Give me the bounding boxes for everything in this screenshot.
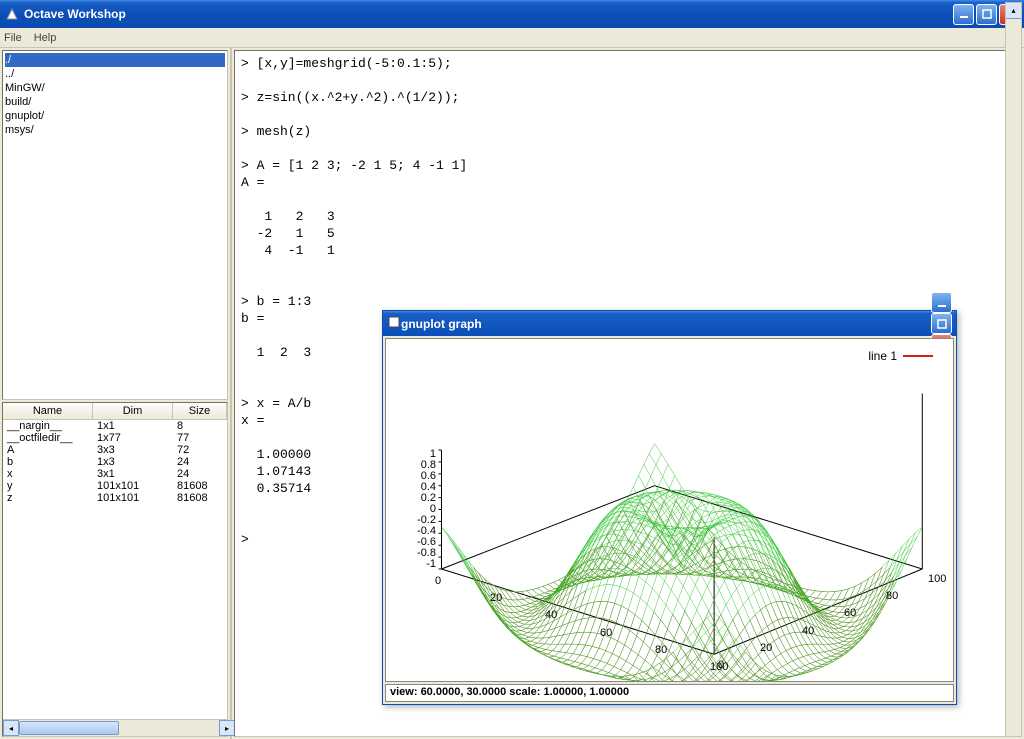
- table-row[interactable]: A3x372: [3, 444, 227, 456]
- col-size[interactable]: Size: [173, 403, 227, 419]
- scroll-left-icon[interactable]: ◂: [3, 720, 19, 736]
- y-tick: 0: [718, 659, 724, 671]
- table-row[interactable]: z101x10181608: [3, 492, 227, 504]
- col-name[interactable]: Name: [3, 403, 93, 419]
- x-tick: 80: [655, 644, 667, 656]
- mesh-surface: [386, 339, 953, 681]
- col-dim[interactable]: Dim: [93, 403, 173, 419]
- table-row[interactable]: y101x10181608: [3, 480, 227, 492]
- gnuplot-title: gnuplot graph: [401, 317, 931, 331]
- table-row[interactable]: b1x324: [3, 456, 227, 468]
- menubar: File Help: [0, 28, 1024, 48]
- table-row[interactable]: __nargin__1x18: [3, 420, 227, 432]
- menu-file[interactable]: File: [4, 32, 22, 44]
- y-tick: 60: [844, 607, 856, 619]
- gnuplot-icon: [387, 315, 401, 332]
- variable-panel: Name Dim Size __nargin__1x18__octfiledir…: [2, 402, 228, 737]
- scroll-right-icon[interactable]: ▸: [219, 720, 235, 736]
- file-item[interactable]: MinGW/: [5, 81, 225, 95]
- x-tick: 40: [545, 609, 557, 621]
- app-icon: [4, 6, 20, 22]
- window-title: Octave Workshop: [24, 7, 953, 21]
- x-tick: 0: [435, 575, 441, 587]
- file-item[interactable]: ../: [5, 67, 225, 81]
- h-scrollbar[interactable]: ◂ ▸: [3, 719, 227, 736]
- minimize-button[interactable]: [953, 4, 974, 25]
- gnuplot-minimize-button[interactable]: [931, 292, 952, 313]
- gnuplot-titlebar[interactable]: gnuplot graph: [383, 311, 956, 336]
- plot-area[interactable]: line 1 10.80.60.40.20-0.2-0.4-0.6-0.8-1: [385, 338, 954, 682]
- file-item[interactable]: ./: [5, 53, 225, 67]
- titlebar[interactable]: Octave Workshop: [0, 0, 1024, 28]
- gnuplot-window[interactable]: gnuplot graph line 1 10.80.60.40.20-0.2-…: [382, 310, 957, 705]
- v-scrollbar[interactable]: ▴: [1005, 2, 1022, 737]
- scroll-thumb[interactable]: [19, 721, 119, 735]
- plot-status: view: 60.0000, 30.0000 scale: 1.00000, 1…: [385, 684, 954, 702]
- x-tick: 60: [600, 627, 612, 639]
- maximize-button[interactable]: [976, 4, 997, 25]
- y-tick: 20: [760, 642, 772, 654]
- table-row[interactable]: x3x124: [3, 468, 227, 480]
- file-item[interactable]: build/: [5, 95, 225, 109]
- x-tick: 20: [490, 592, 502, 604]
- variable-header[interactable]: Name Dim Size: [3, 403, 227, 420]
- file-item[interactable]: gnuplot/: [5, 109, 225, 123]
- variable-list[interactable]: __nargin__1x18__octfiledir__1x7777A3x372…: [3, 420, 227, 719]
- file-item[interactable]: msys/: [5, 123, 225, 137]
- menu-help[interactable]: Help: [34, 32, 57, 44]
- gnuplot-maximize-button[interactable]: [931, 313, 952, 334]
- scroll-up-icon[interactable]: ▴: [1006, 3, 1021, 19]
- y-tick: 80: [886, 590, 898, 602]
- table-row[interactable]: __octfiledir__1x7777: [3, 432, 227, 444]
- y-tick: 100: [928, 573, 946, 585]
- y-tick: 40: [802, 625, 814, 637]
- file-browser[interactable]: ./../MinGW/build/gnuplot/msys/: [2, 50, 228, 400]
